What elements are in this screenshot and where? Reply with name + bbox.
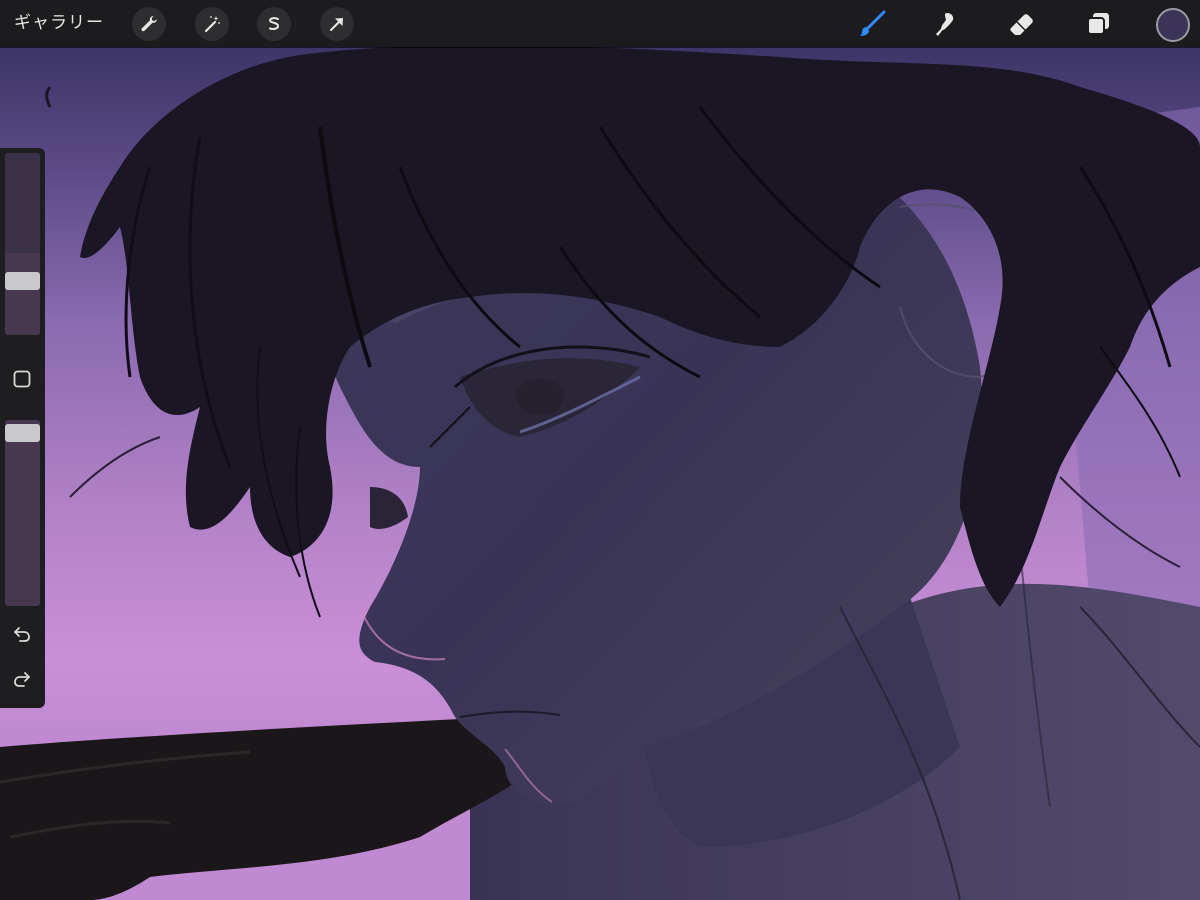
brush-icon	[860, 10, 886, 36]
actions-button[interactable]	[132, 7, 166, 41]
brush-size-thumb[interactable]	[5, 272, 40, 290]
smudge-tool-button[interactable]	[929, 7, 963, 41]
modify-button[interactable]	[6, 363, 38, 395]
artwork	[0, 47, 1200, 900]
adjustments-button[interactable]	[195, 7, 229, 41]
drawing-canvas[interactable]	[0, 47, 1200, 900]
left-sidebar	[0, 148, 45, 708]
smudge-icon	[936, 13, 954, 36]
layers-icon	[1087, 13, 1109, 35]
eraser-icon	[1010, 14, 1033, 35]
redo-button[interactable]	[6, 663, 38, 695]
redo-icon	[14, 672, 30, 687]
brush-opacity-thumb[interactable]	[5, 424, 40, 442]
brush-size-fill	[5, 153, 40, 253]
move-arrow-icon	[330, 18, 343, 31]
gallery-button[interactable]: ギャラリー	[14, 0, 104, 47]
modify-square-icon	[13, 370, 31, 388]
procreate-app: ギャラリー	[0, 0, 1200, 900]
undo-icon	[14, 627, 30, 642]
brush-tool-button[interactable]	[855, 7, 889, 41]
wrench-icon	[141, 16, 157, 32]
selection-s-icon	[268, 17, 280, 30]
magic-wand-icon	[204, 16, 220, 33]
layers-button[interactable]	[1081, 7, 1115, 41]
color-picker-button[interactable]	[1156, 8, 1190, 42]
selection-button[interactable]	[257, 7, 291, 41]
eraser-tool-button[interactable]	[1004, 7, 1038, 41]
brush-opacity-slider[interactable]	[5, 420, 40, 606]
brush-size-slider[interactable]	[5, 153, 40, 335]
transform-button[interactable]	[320, 7, 354, 41]
undo-button[interactable]	[6, 618, 38, 650]
top-toolbar: ギャラリー	[0, 0, 1200, 47]
